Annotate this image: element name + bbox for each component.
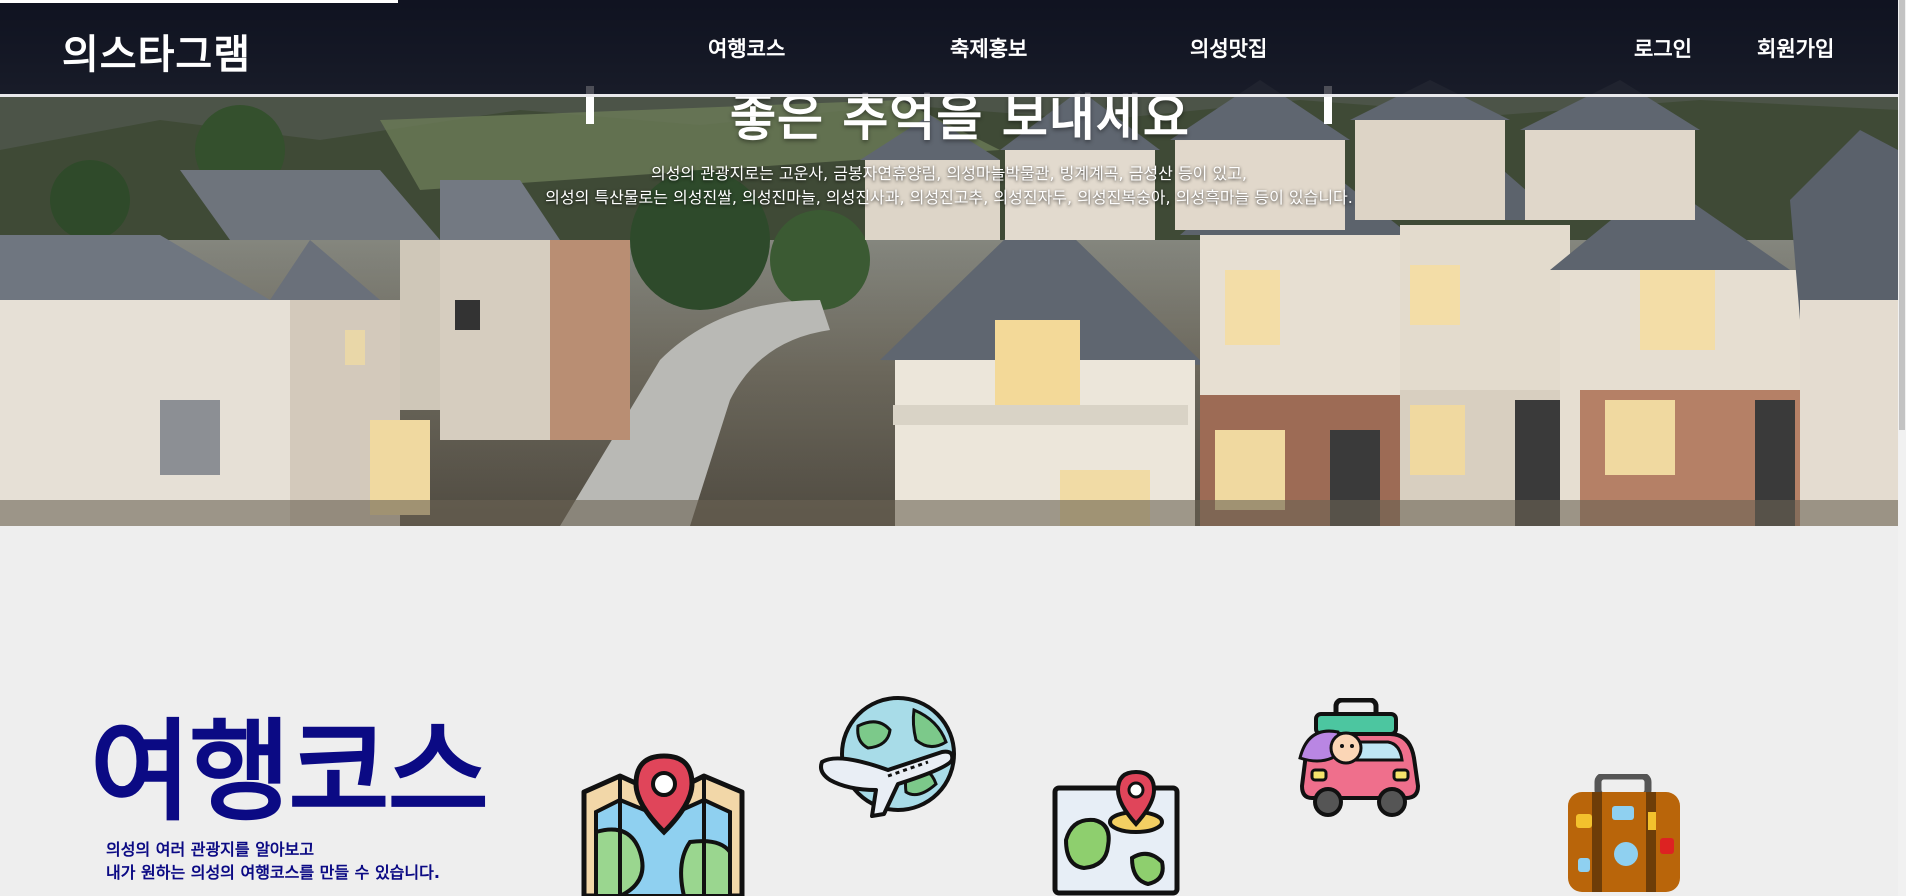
globe-plane-icon[interactable] bbox=[818, 696, 960, 820]
hero-desc-line1: 의성의 관광지로는 고운사, 금봉자연휴양림, 의성마늘박물관, 빙계계곡, 금… bbox=[650, 164, 1248, 183]
car-traveler-icon[interactable] bbox=[1298, 698, 1424, 820]
header-progress-line bbox=[0, 0, 398, 3]
scrollbar-thumb[interactable] bbox=[1899, 0, 1905, 430]
site-logo[interactable]: 의스타그램 bbox=[62, 22, 251, 80]
map-icon[interactable] bbox=[580, 752, 746, 896]
hero-description: 의성의 관광지로는 고운사, 금봉자연휴양림, 의성마늘박물관, 빙계계곡, 금… bbox=[0, 162, 1898, 210]
page-scrollbar[interactable] bbox=[1898, 0, 1906, 896]
nav-item-travel-course[interactable]: 여행코스 bbox=[708, 33, 785, 63]
course-desc-line2: 내가 원하는 의성의 여행코스를 만들 수 있습니다. bbox=[106, 863, 440, 882]
map-pin-icon[interactable] bbox=[1052, 770, 1180, 896]
course-section-description: 의성의 여러 관광지를 알아보고 내가 원하는 의성의 여행코스를 만들 수 있… bbox=[106, 838, 440, 884]
signup-link[interactable]: 회원가입 bbox=[1757, 33, 1834, 63]
login-link[interactable]: 로그인 bbox=[1634, 33, 1692, 63]
top-header: 의스타그램 여행코스 축제홍보 의성맛집 로그인 회원가입 bbox=[0, 0, 1898, 97]
nav-item-festival[interactable]: 축제홍보 bbox=[950, 33, 1027, 63]
course-section-title: 여행코스 bbox=[90, 708, 489, 836]
suitcase-icon[interactable] bbox=[1564, 774, 1684, 896]
course-desc-line1: 의성의 여러 관광지를 알아보고 bbox=[106, 840, 315, 859]
hero-desc-line2: 의성의 특산물로는 의성진쌀, 의성진마늘, 의성진사과, 의성진고추, 의성진… bbox=[545, 188, 1353, 207]
nav-item-restaurants[interactable]: 의성맛집 bbox=[1190, 33, 1267, 63]
